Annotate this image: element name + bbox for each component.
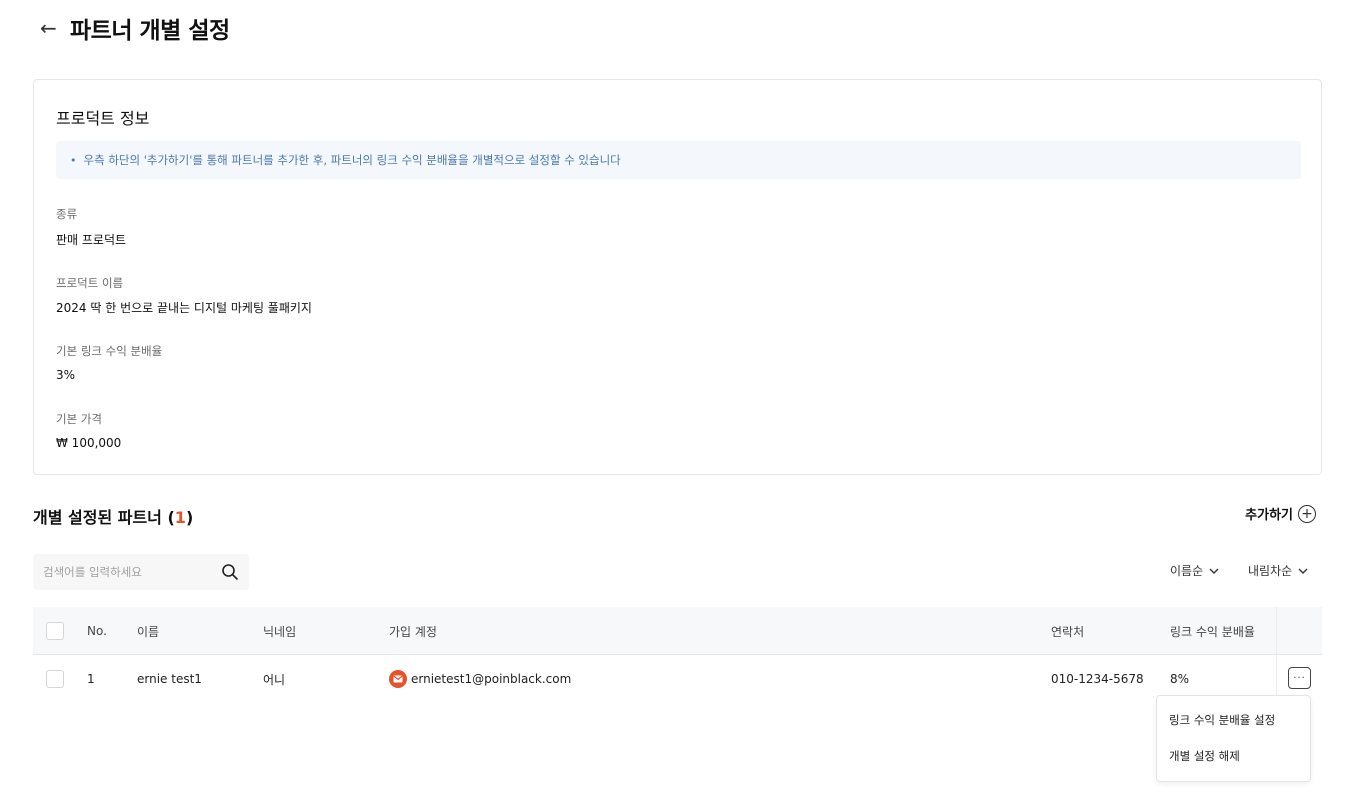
table-row[interactable]: 1 ernie test1 어니 ernietest1@poinblack.co… [33, 655, 1322, 703]
field-value-default-price: ₩ 100,000 [56, 436, 122, 450]
actions-header [1276, 607, 1322, 655]
search-box [33, 554, 249, 590]
chevron-down-icon [1298, 568, 1308, 574]
mail-icon [389, 670, 407, 688]
col-contact: 연락처 [1051, 624, 1085, 639]
field-value-type: 판매 프로덕트 [56, 233, 127, 247]
row-account: ernietest1@poinblack.com [389, 655, 571, 703]
search-input[interactable] [43, 565, 221, 579]
row-nickname: 어니 [263, 672, 286, 687]
notice-text: 우측 하단의 '추가하기'를 통해 파트너를 추가한 후, 파트너의 링크 수익… [83, 153, 621, 167]
field-label-product-name: 프로덕트 이름 [56, 276, 124, 290]
partner-count: 1 [174, 508, 186, 527]
more-options-button[interactable]: ··· [1288, 667, 1311, 689]
field-label-default-price: 기본 가격 [56, 412, 102, 426]
row-contact: 010-1234-5678 [1051, 672, 1144, 686]
menu-item-remove-setting[interactable]: 개별 설정 해제 [1169, 748, 1240, 764]
card-title: 프로덕트 정보 [56, 109, 150, 128]
row-checkbox[interactable] [46, 670, 64, 688]
select-all-checkbox[interactable] [46, 622, 64, 640]
menu-item-set-rate[interactable]: 링크 수익 분배율 설정 [1169, 712, 1275, 728]
page-title: 파트너 개별 설정 [70, 18, 230, 44]
col-no: No. [87, 624, 107, 638]
select-all-cell [46, 607, 64, 655]
sort-by-label: 이름순 [1170, 564, 1204, 578]
add-partner-button[interactable]: 추가하기 + [1245, 504, 1316, 523]
plus-circle-icon: + [1298, 504, 1316, 523]
field-label-default-rate: 기본 링크 수익 분배율 [56, 344, 163, 358]
page-header: ← 파트너 개별 설정 [40, 10, 230, 46]
row-select-cell [46, 655, 64, 703]
notice-banner: • 우측 하단의 '추가하기'를 통해 파트너를 추가한 후, 파트너의 링크 … [56, 141, 1301, 179]
sort-order-dropdown[interactable]: 내림차순 [1248, 562, 1308, 579]
col-account: 가입 계정 [389, 624, 437, 639]
field-value-product-name: 2024 딱 한 번으로 끝내는 디지털 마케팅 풀패키지 [56, 301, 312, 315]
field-label-type: 종류 [56, 207, 78, 221]
partners-section-title: 개별 설정된 파트너 (1) [33, 508, 194, 527]
arrow-left-icon[interactable]: ← [40, 16, 70, 40]
product-info-card: 프로덕트 정보 • 우측 하단의 '추가하기'를 통해 파트너를 추가한 후, … [33, 79, 1322, 475]
sort-order-label: 내림차순 [1248, 564, 1293, 578]
bullet-icon: • [70, 153, 77, 167]
col-rate: 링크 수익 분배율 [1170, 624, 1255, 639]
col-nickname: 닉네임 [263, 624, 297, 639]
sort-by-dropdown[interactable]: 이름순 [1170, 562, 1219, 579]
chevron-down-icon [1209, 568, 1219, 574]
row-context-menu: 링크 수익 분배율 설정 개별 설정 해제 [1156, 695, 1311, 782]
partners-table: No. 이름 닉네임 가입 계정 연락처 링크 수익 분배율 1 ernie t… [33, 607, 1322, 703]
row-name: ernie test1 [137, 672, 202, 686]
table-header: No. 이름 닉네임 가입 계정 연락처 링크 수익 분배율 [33, 607, 1322, 655]
col-name: 이름 [137, 624, 160, 639]
add-button-label: 추가하기 [1245, 508, 1293, 523]
row-no: 1 [87, 672, 95, 686]
field-value-default-rate: 3% [56, 368, 76, 382]
search-icon[interactable] [221, 563, 239, 581]
row-account-email: ernietest1@poinblack.com [411, 672, 572, 686]
